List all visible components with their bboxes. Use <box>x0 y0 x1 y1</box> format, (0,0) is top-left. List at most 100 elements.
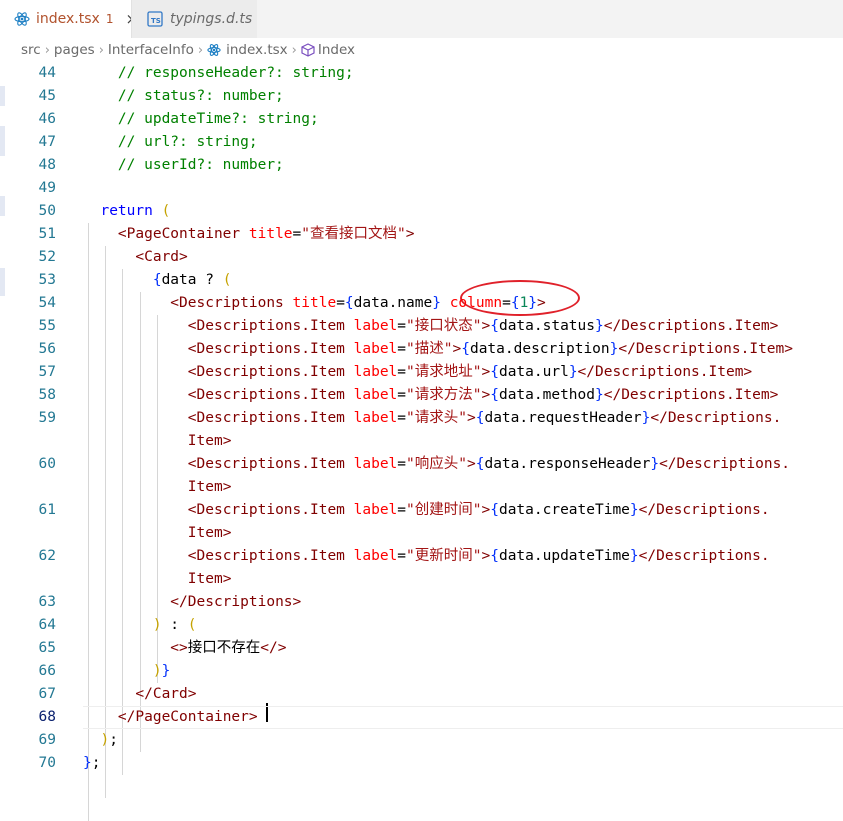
code-line[interactable]: 45 // status?: number; <box>0 85 843 108</box>
code-line[interactable]: 59 <Descriptions.Item label="请求头">{data.… <box>0 407 843 430</box>
code-line[interactable]: Item> <box>0 522 843 545</box>
code-text: // status?: number; <box>83 85 284 108</box>
code-token: Descriptions.Item <box>621 318 770 334</box>
breadcrumb-folder[interactable]: InterfaceInfo <box>108 42 194 58</box>
code-line[interactable]: Item> <box>0 568 843 591</box>
code-token: Descriptions.Item <box>196 548 345 564</box>
code-line[interactable]: 55 <Descriptions.Item label="接口状态">{data… <box>0 315 843 338</box>
line-number: 53 <box>38 272 56 288</box>
code-token: title <box>292 295 337 311</box>
code-line[interactable]: Item> <box>0 476 843 499</box>
code-line[interactable]: 46 // updateTime?: string; <box>0 108 843 131</box>
code-token: } <box>432 295 441 311</box>
code-line[interactable]: 54 <Descriptions title={data.name} colum… <box>0 292 843 315</box>
code-token: Descriptions <box>187 594 293 610</box>
code-token: } <box>629 502 639 518</box>
code-line[interactable]: 51 <PageContainer title="查看接口文档"> <box>0 223 843 246</box>
code-line[interactable]: 69 ); <box>0 729 843 752</box>
code-line[interactable]: 53 {data ? ( <box>0 269 843 292</box>
code-text: <Descriptions.Item label="响应头">{data.res… <box>83 453 790 476</box>
tab-label: typings.d.ts <box>170 11 253 27</box>
code-token: Descriptions.Item <box>196 456 345 472</box>
breadcrumb: src › pages › InterfaceInfo › index.tsx … <box>0 38 843 62</box>
tab-index-tsx[interactable]: index.tsx 1 × <box>0 0 138 38</box>
code-token: Item <box>83 433 223 449</box>
line-number: 65 <box>38 640 56 656</box>
line-number: 67 <box>38 686 56 702</box>
chevron-right-icon: › <box>197 42 204 58</box>
code-line[interactable]: 63 </Descriptions> <box>0 591 843 614</box>
code-line[interactable]: 57 <Descriptions.Item label="请求地址">{data… <box>0 361 843 384</box>
code-line[interactable]: 49 <box>0 177 843 200</box>
code-line[interactable]: 44 // responseHeader?: string; <box>0 62 843 85</box>
code-line[interactable]: 58 <Descriptions.Item label="请求方法">{data… <box>0 384 843 407</box>
code-line[interactable]: 70}; <box>0 752 843 775</box>
code-token: "描述" <box>406 341 453 357</box>
line-number: 49 <box>38 180 56 196</box>
code-token: Descriptions.Item <box>595 364 744 380</box>
code-line[interactable]: 52 <Card> <box>0 246 843 269</box>
svg-text:TS: TS <box>151 17 161 25</box>
code-token: label <box>353 318 398 334</box>
code-line[interactable]: 64 ) : ( <box>0 614 843 637</box>
line-number: 47 <box>38 134 56 150</box>
code-token: "查看接口文档" <box>301 226 406 242</box>
code-token: > <box>537 295 546 311</box>
line-number: 44 <box>38 65 56 81</box>
code-token: > <box>222 433 232 449</box>
code-line[interactable]: 66 )} <box>0 660 843 683</box>
code-line[interactable]: 65 <>接口不存在</> <box>0 637 843 660</box>
code-token: } <box>161 663 171 679</box>
code-token: data.method <box>498 387 595 403</box>
code-token: Descriptions.Item <box>196 341 345 357</box>
code-token: ) <box>100 732 110 748</box>
code-text: <Descriptions title={data.name} column={… <box>83 292 546 315</box>
line-number: 59 <box>38 410 56 426</box>
code-text: Item> <box>83 476 232 499</box>
code-line[interactable]: Item> <box>0 430 843 453</box>
code-line[interactable]: 67 </Card> <box>0 683 843 706</box>
code-line[interactable]: 56 <Descriptions.Item label="描述">{data.d… <box>0 338 843 361</box>
code-text: </Card> <box>83 683 196 706</box>
code-token: label <box>353 341 398 357</box>
breadcrumb-pages[interactable]: pages <box>54 42 95 58</box>
code-line[interactable]: 47 // url?: string; <box>0 131 843 154</box>
code-token: : <box>161 617 188 633</box>
code-line[interactable]: 60 <Descriptions.Item label="响应头">{data.… <box>0 453 843 476</box>
code-line[interactable]: 50 return ( <box>0 200 843 223</box>
tab-typings-d-ts[interactable]: TS typings.d.ts <box>131 0 257 38</box>
code-token: data.requestHeader <box>484 410 642 426</box>
code-token: PageContainer <box>135 709 249 725</box>
code-token: } <box>629 548 639 564</box>
code-token: // userId?: number; <box>83 157 284 173</box>
code-token: { <box>490 548 499 564</box>
code-token: label <box>353 502 398 518</box>
code-text: <>接口不存在</> <box>83 637 286 660</box>
code-token: "请求头" <box>406 410 467 426</box>
breadcrumb-src[interactable]: src <box>21 42 41 58</box>
line-number: 68 <box>38 709 56 725</box>
code-editor[interactable]: 44 // responseHeader?: string; 45 // stat… <box>0 62 843 821</box>
breadcrumb-symbol[interactable]: Index <box>301 42 355 58</box>
code-token: title <box>248 226 293 242</box>
code-token: > <box>467 456 476 472</box>
code-token: // responseHeader?: string; <box>83 65 354 81</box>
line-number: 64 <box>38 617 56 633</box>
code-token: "创建时间" <box>406 502 482 518</box>
breadcrumb-symbol-label: Index <box>317 42 356 58</box>
code-line[interactable]: 62 <Descriptions.Item label="更新时间">{data… <box>0 545 843 568</box>
code-token: < <box>83 318 197 334</box>
code-line[interactable]: 61 <Descriptions.Item label="创建时间">{data… <box>0 499 843 522</box>
code-token: </> <box>260 640 287 656</box>
code-token: { <box>344 295 354 311</box>
code-token: // url?: string; <box>83 134 258 150</box>
line-number: 62 <box>38 548 56 564</box>
code-line[interactable]: 68 </PageContainer> <box>0 706 843 729</box>
code-text: )} <box>83 660 170 683</box>
breadcrumb-file[interactable]: index.tsx <box>207 42 288 58</box>
code-token: "请求地址" <box>406 364 482 380</box>
code-line[interactable]: 48 // userId?: number; <box>0 154 843 177</box>
